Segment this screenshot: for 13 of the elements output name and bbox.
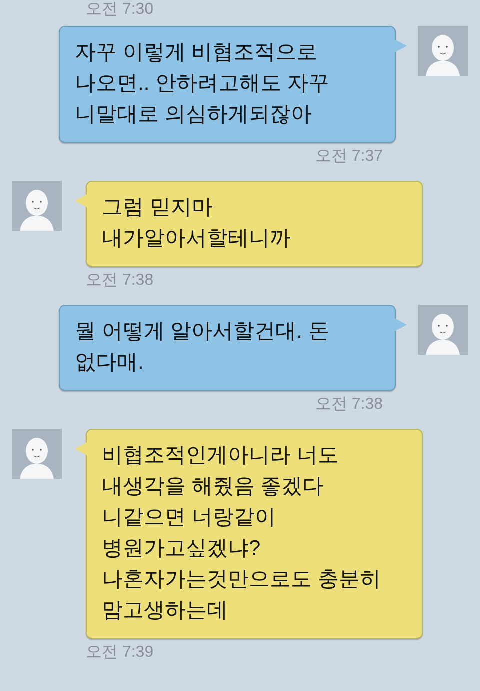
bubble-tail [75, 442, 88, 456]
bubble-tail [394, 318, 407, 332]
avatar-icon[interactable] [418, 305, 468, 355]
avatar-icon[interactable] [12, 181, 62, 231]
timestamp: 오전 7:37 [315, 147, 383, 167]
timestamp: 오전 7:38 [86, 271, 154, 291]
avatar-icon[interactable] [12, 429, 62, 479]
timestamp: 오전 7:38 [315, 395, 383, 415]
timestamp: 오전 7:30 [86, 0, 154, 20]
avatar-icon[interactable] [418, 26, 468, 76]
bubble-tail [75, 194, 88, 208]
bubble-tail [394, 39, 407, 53]
timestamp: 오전 7:39 [86, 643, 154, 663]
